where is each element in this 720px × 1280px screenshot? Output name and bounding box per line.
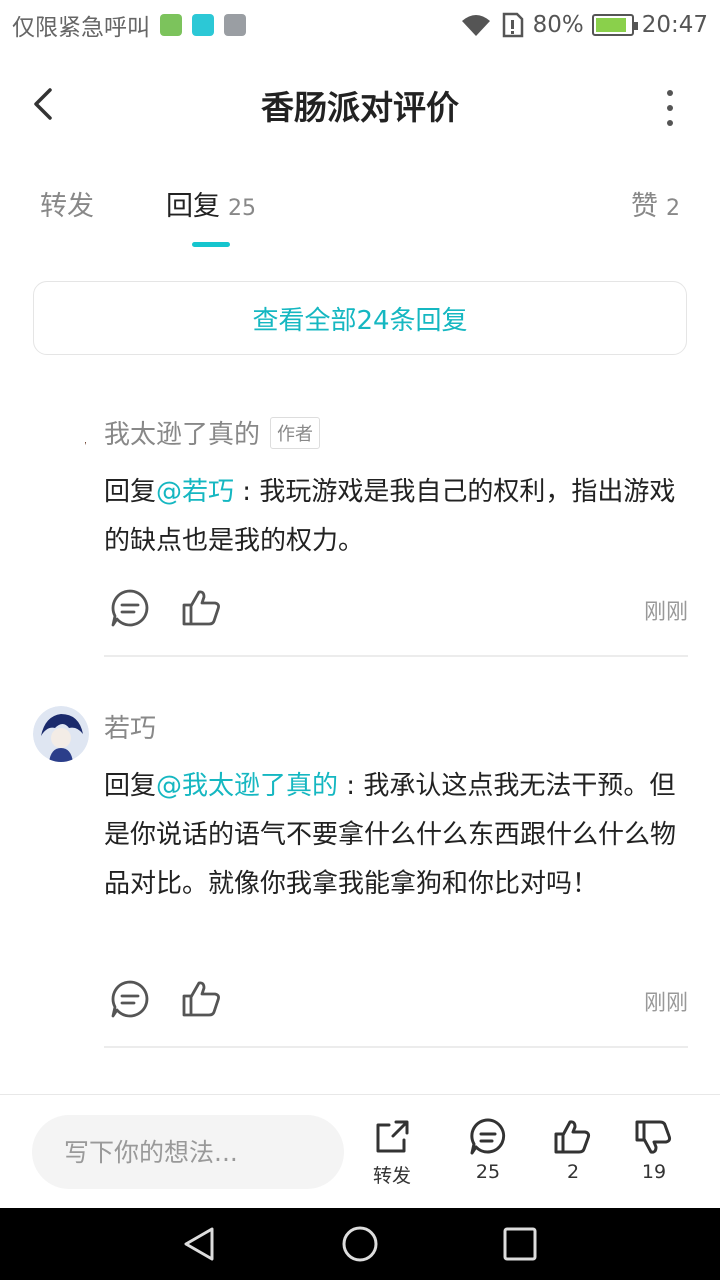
clock: 20:47: [641, 12, 708, 38]
reply-prefix: 回复: [104, 771, 157, 801]
nav-home-icon[interactable]: [340, 1224, 380, 1264]
repost-label: 转发: [372, 1165, 411, 1187]
avatar-image: [33, 706, 89, 762]
share-icon: [376, 1120, 409, 1153]
more-dot-icon: [667, 105, 673, 111]
more-dot-icon: [667, 120, 673, 126]
comment-item: 我太逊了真的 作者 回复@若巧 : 我玩游戏是我自己的权利，指出游戏的缺点也是我…: [0, 400, 720, 660]
avatar[interactable]: [33, 706, 89, 762]
system-nav-bar: [0, 1208, 720, 1280]
nav-back-icon[interactable]: [180, 1224, 220, 1264]
author-badge: 作者: [270, 416, 321, 449]
status-right: 80% 20:47: [459, 12, 708, 38]
app-notification-icon: [160, 14, 182, 36]
thumbs-up-icon[interactable]: [180, 977, 224, 1021]
page-title: 香肠派对评价: [261, 88, 459, 127]
carrier-text: 仅限紧急呼叫: [12, 15, 150, 41]
comment-count: 25: [475, 1161, 501, 1183]
repost-button[interactable]: 转发: [362, 1117, 422, 1188]
tab-replies[interactable]: 回复 25: [166, 184, 256, 223]
battery-percent: 80%: [532, 12, 584, 38]
battery-icon: [591, 14, 638, 36]
divider: [104, 1046, 688, 1048]
tab-count: 2: [666, 196, 680, 221]
comment-icon: [470, 1118, 506, 1155]
thumbs-down-icon: [635, 1120, 672, 1154]
image-notification-icon: [224, 14, 246, 36]
wifi-icon: [461, 15, 490, 36]
reply-icon[interactable]: [108, 977, 152, 1021]
comment-button[interactable]: 25: [458, 1117, 518, 1183]
like-button[interactable]: 2: [543, 1117, 603, 1183]
status-left: 仅限紧急呼叫: [12, 8, 246, 42]
timestamp: 刚刚: [643, 600, 688, 625]
tab-label: 回复: [166, 191, 220, 222]
comment-item: 若巧 回复@我太逊了真的 : 我承认这点我无法干预。但是你说话的语气不要拿什么什…: [0, 692, 720, 1052]
reply-icon[interactable]: [108, 586, 152, 630]
dislike-count: 19: [641, 1161, 667, 1183]
mention-link[interactable]: @我太逊了真的: [156, 771, 338, 801]
tab-label: 转发: [40, 191, 94, 222]
comment-text: 回复@我太逊了真的 : 我承认这点我无法干预。但是你说话的语气不要拿什么什么东西…: [104, 762, 694, 909]
status-bar: 仅限紧急呼叫 80% 20:47: [0, 0, 720, 50]
user-row: 我太逊了真的 作者: [104, 414, 321, 451]
tab-label: 赞: [631, 191, 658, 222]
user-row: 若巧: [104, 708, 156, 745]
sim-alert-icon: [502, 12, 523, 38]
like-count: 2: [566, 1161, 580, 1183]
tab-bar: 转发 回复 25 赞 2: [0, 170, 720, 250]
chevron-left-icon: [34, 88, 52, 120]
tab-indicator: [192, 242, 230, 247]
nav-recents-icon[interactable]: [500, 1224, 540, 1264]
thumbs-up-icon[interactable]: [180, 586, 224, 630]
view-all-replies-button[interactable]: 查看全部24条回复: [33, 281, 687, 355]
comment-actions: 刚刚: [104, 586, 688, 634]
tab-likes[interactable]: 赞 2: [631, 184, 680, 223]
divider: [104, 655, 688, 657]
back-button[interactable]: [24, 84, 64, 124]
user-name[interactable]: 若巧: [104, 708, 156, 745]
dislike-button[interactable]: 19: [624, 1117, 684, 1183]
mention-link[interactable]: @若巧: [156, 477, 234, 507]
thumbs-up-icon: [554, 1120, 591, 1154]
more-options-button[interactable]: [660, 90, 680, 126]
tab-repost[interactable]: 转发: [40, 184, 94, 223]
bottom-action-bar: 转发 25 2 19: [0, 1094, 720, 1208]
comment-actions: 刚刚: [104, 977, 688, 1025]
tab-count: 25: [228, 196, 256, 221]
taptap-notification-icon: [192, 14, 214, 36]
timestamp: 刚刚: [643, 991, 688, 1016]
more-dot-icon: [667, 90, 673, 96]
comment-input[interactable]: [32, 1115, 344, 1189]
user-name[interactable]: 我太逊了真的: [104, 414, 260, 451]
comment-text: 回复@若巧 : 我玩游戏是我自己的权利，指出游戏的缺点也是我的权力。: [104, 468, 694, 566]
reply-prefix: 回复: [104, 477, 157, 507]
header: 香肠派对评价: [0, 60, 720, 150]
avatar[interactable]: [33, 408, 87, 462]
